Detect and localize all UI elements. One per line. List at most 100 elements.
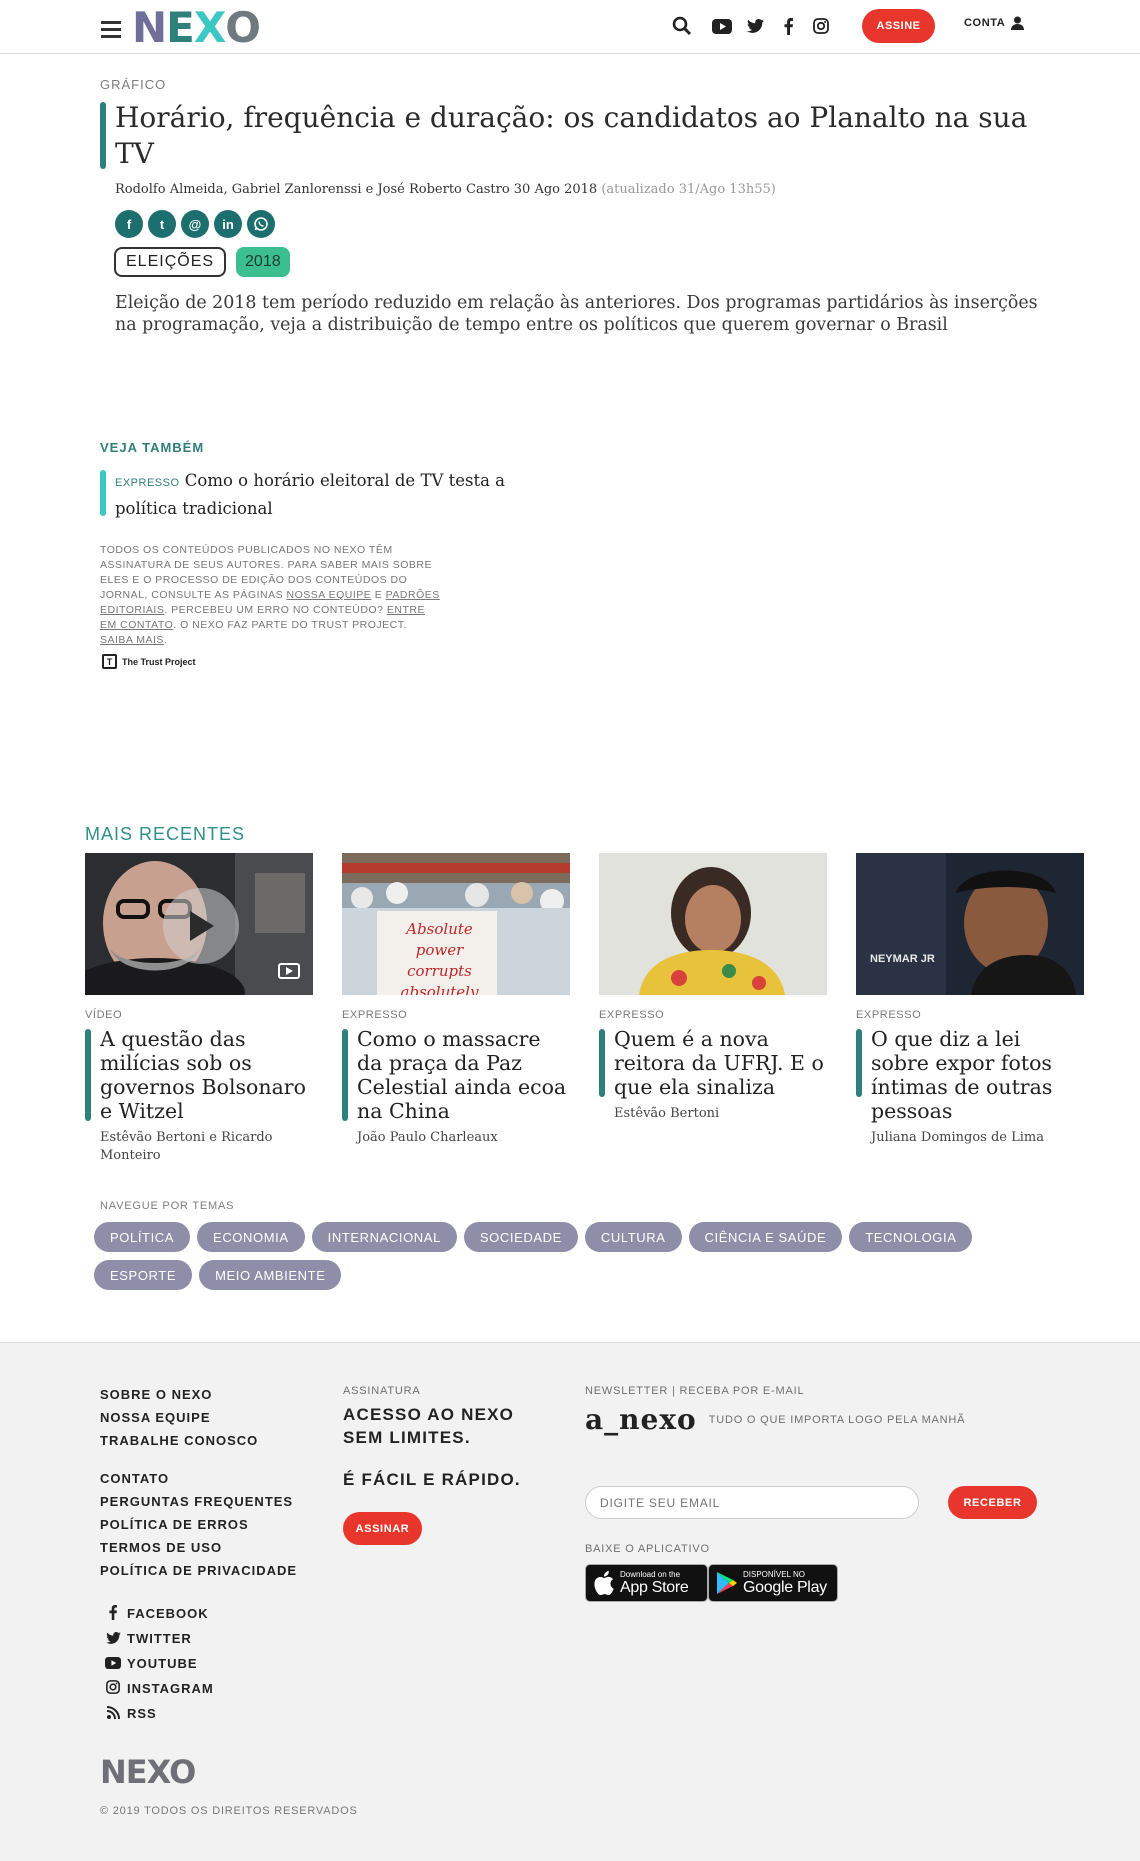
footer-link[interactable]: CONTATO [100, 1471, 297, 1494]
footer: SOBRE O NEXO NOSSA EQUIPE TRABALHE CONOS… [0, 1342, 1140, 1861]
footer-social-links: FACEBOOK TWITTER YOUTUBE INSTAGRAM RSS [104, 1601, 214, 1726]
play-icon[interactable] [163, 888, 239, 964]
card-title[interactable]: O que diz a lei sobre expor fotos íntima… [871, 1027, 1084, 1123]
sign-line: Absolute power [406, 920, 473, 959]
twitter-icon[interactable] [742, 13, 768, 39]
topic-pill[interactable]: POLÍTICA [94, 1222, 191, 1252]
footer-link[interactable]: PERGUNTAS FREQUENTES [100, 1494, 297, 1517]
card-accent-bar [342, 1029, 348, 1121]
footer-facebook-link[interactable]: FACEBOOK [104, 1601, 214, 1626]
tag-eleicoes[interactable]: ELEIÇÕES [114, 247, 227, 277]
video-badge-icon [278, 963, 300, 979]
card-accent-bar [856, 1029, 862, 1097]
youtube-icon[interactable] [709, 13, 735, 39]
topic-pill[interactable]: INTERNACIONAL [311, 1222, 457, 1252]
card-title[interactable]: A questão das milícias sob os governos B… [100, 1027, 313, 1123]
assinar-button[interactable]: ASSINAR [343, 1512, 422, 1545]
saiba-mais-link[interactable]: Saiba mais [100, 634, 164, 646]
recent-card[interactable]: EXPRESSO Quem é a nova reitora da UFRJ. … [599, 853, 827, 1123]
trust-text: Todos os conteúdos publicados no Nexo tê… [100, 544, 433, 601]
related-kicker: EXPRESSO [115, 477, 180, 489]
recent-card[interactable]: VÍDEO A questão das milícias sob os gove… [85, 853, 313, 1165]
nossa-equipe-link[interactable]: Nossa equipe [287, 589, 372, 601]
footer-instagram-link[interactable]: INSTAGRAM [104, 1676, 214, 1701]
topic-pill[interactable]: SOCIEDADE [463, 1222, 578, 1252]
protest-sign-text: Absolute power corrupts absolutely [382, 919, 497, 995]
article-kicker: GRÁFICO [100, 77, 167, 92]
footer-link[interactable]: SOBRE O NEXO [100, 1387, 297, 1410]
footer-link[interactable]: TERMOS DE USO [100, 1540, 297, 1563]
footer-link[interactable]: TRABALHE CONOSCO [100, 1433, 297, 1456]
topic-pill[interactable]: ECONOMIA [197, 1222, 305, 1252]
google-play-button[interactable]: DISPONÍVEL NO Google Play [708, 1564, 838, 1602]
share-whatsapp-icon[interactable] [247, 210, 275, 238]
tag-2018[interactable]: 2018 [236, 247, 290, 277]
receber-button[interactable]: RECEBER [948, 1486, 1037, 1519]
card-author: Juliana Domingos de Lima [871, 1130, 1044, 1145]
card-author: Estêvão Bertoni e Ricardo Monteiro [100, 1130, 273, 1163]
account-link[interactable]: CONTA [964, 16, 1025, 30]
card-thumbnail[interactable] [85, 853, 313, 995]
footer-nexo-logo[interactable]: NEXO [100, 1753, 196, 1791]
related-article-link[interactable]: EXPRESSO Como o horário eleitoral de TV … [100, 468, 530, 521]
card-thumbnail[interactable]: Absolute power corrupts absolutely [342, 853, 570, 995]
share-facebook-icon[interactable]: f [115, 210, 143, 238]
account-label: CONTA [964, 17, 1006, 29]
share-twitter-icon[interactable]: t [148, 210, 176, 238]
assine-button[interactable]: ASSINE [862, 9, 935, 43]
topic-pill[interactable]: ESPORTE [94, 1260, 193, 1290]
card-thumbnail[interactable] [599, 853, 827, 995]
byline: Rodolfo Almeida, Gabriel Zanlorenssi e J… [115, 182, 776, 197]
newsletter-label: NEWSLETTER | RECEBA POR E-MAIL [585, 1385, 805, 1397]
nexo-logo[interactable]: NEXO [132, 6, 261, 50]
footer-rss-link[interactable]: RSS [104, 1701, 214, 1726]
instagram-label: INSTAGRAM [127, 1681, 214, 1696]
twitter-label: TWITTER [127, 1631, 192, 1646]
card-thumbnail[interactable]: NEYMAR JR [856, 853, 1084, 995]
assinatura-line: ACESSO AO NEXO [343, 1405, 515, 1424]
trust-project-logo[interactable]: T The Trust Project [102, 654, 196, 669]
email-input[interactable] [585, 1486, 919, 1519]
facebook-icon[interactable] [775, 13, 801, 39]
twitter-icon [104, 1631, 122, 1647]
footer-link[interactable]: POLÍTICA DE ERROS [100, 1517, 297, 1540]
footer-assinatura: ASSINATURA ACESSO AO NEXO SEM LIMITES. É… [343, 1385, 543, 1545]
article-lead: Eleição de 2018 tem período reduzido em … [115, 293, 1038, 335]
a-nexo-logo: a_nexo [585, 1403, 697, 1436]
footer-twitter-link[interactable]: TWITTER [104, 1626, 214, 1651]
card-kicker: EXPRESSO [342, 1009, 408, 1021]
menu-icon[interactable] [101, 21, 121, 38]
card-accent-bar [85, 1029, 91, 1121]
authors-date: Rodolfo Almeida, Gabriel Zanlorenssi e J… [115, 182, 598, 197]
top-bar: NEXO ASSINE CONTA [0, 0, 1140, 54]
card-title[interactable]: Como o massacre da praça da Paz Celestia… [357, 1027, 570, 1123]
topic-pill[interactable]: MEIO AMBIENTE [199, 1260, 342, 1290]
instagram-icon[interactable] [808, 13, 834, 39]
article-title-block: Horário, frequência e duração: os candid… [100, 100, 1060, 172]
recent-card[interactable]: NEYMAR JR EXPRESSO O que diz a lei sobre… [856, 853, 1084, 1147]
appstore-small-text: Download on the [620, 1569, 681, 1579]
share-linkedin-icon[interactable]: in [214, 210, 242, 238]
veja-tambem-label: VEJA TAMBÉM [100, 440, 205, 455]
facebook-icon [104, 1604, 122, 1623]
card-kicker: EXPRESSO [599, 1009, 665, 1021]
youtube-icon [104, 1656, 122, 1672]
footer-youtube-link[interactable]: YOUTUBE [104, 1651, 214, 1676]
footer-link[interactable]: NOSSA EQUIPE [100, 1410, 297, 1433]
card-kicker: VÍDEO [85, 1009, 123, 1021]
mais-recentes-label: MAIS RECENTES [85, 824, 246, 844]
topic-pill[interactable]: CULTURA [584, 1222, 682, 1252]
footer-newsletter: NEWSLETTER | RECEBA POR E-MAIL a_nexo TU… [585, 1385, 1065, 1602]
search-icon[interactable] [669, 13, 695, 39]
topic-pill[interactable]: TECNOLOGIA [849, 1222, 973, 1252]
copyright: © 2019 TODOS OS DIREITOS RESERVADOS [100, 1805, 358, 1817]
footer-link[interactable]: POLÍTICA DE PRIVACIDADE [100, 1563, 297, 1586]
card-title[interactable]: Quem é a nova reitora da UFRJ. E o que e… [614, 1027, 827, 1099]
youtube-label: YOUTUBE [127, 1656, 198, 1671]
recent-card[interactable]: Absolute power corrupts absolutely EXPRE… [342, 853, 570, 1147]
trust-text-conj: e [374, 589, 383, 601]
trust-text-3: . O Nexo faz parte do Trust Project. [173, 619, 407, 631]
app-store-button[interactable]: Download on the App Store [585, 1564, 708, 1602]
topic-pill[interactable]: CIÊNCIA E SAÚDE [688, 1222, 843, 1252]
share-email-icon[interactable]: @ [181, 210, 209, 238]
